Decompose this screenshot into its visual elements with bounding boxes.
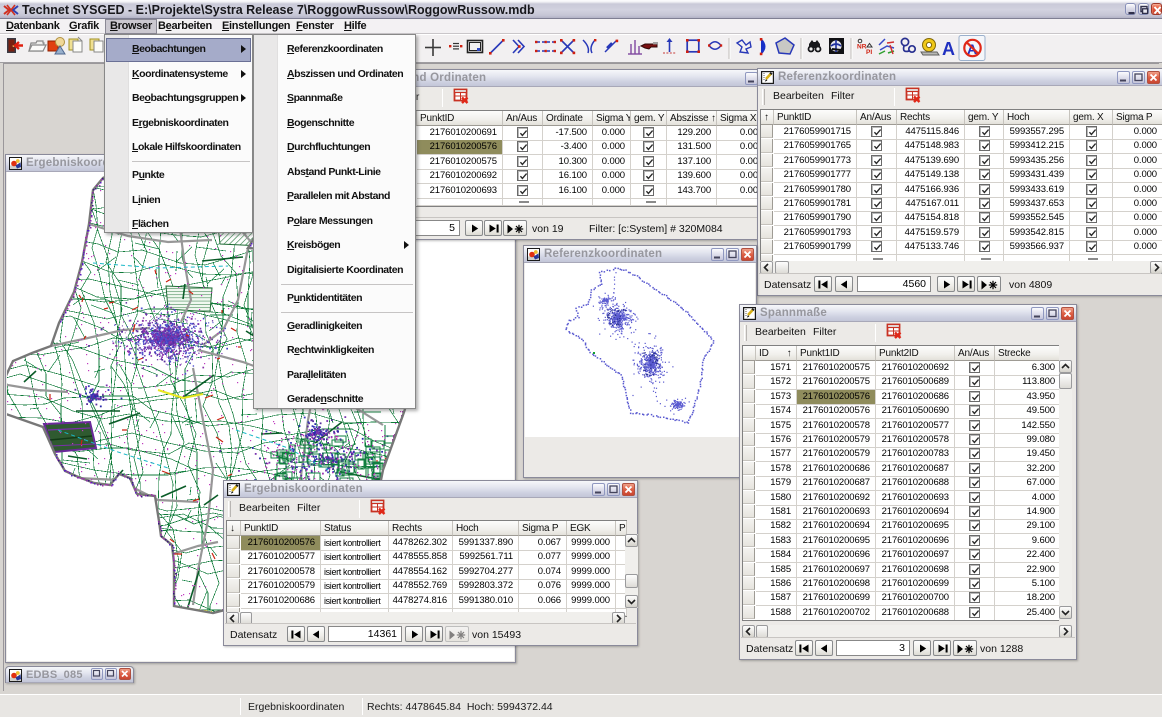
svg-text:A: A — [942, 39, 955, 59]
svg-text:PI: PI — [866, 49, 872, 56]
